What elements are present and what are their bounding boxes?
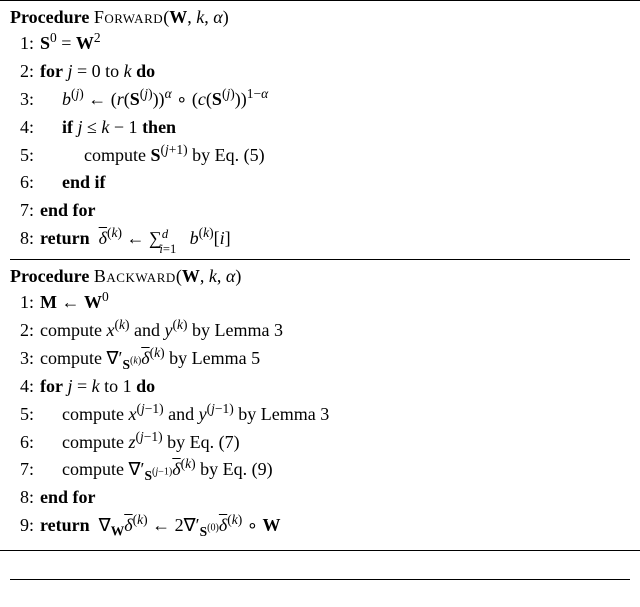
backward-header: Procedure Backward(W, k, α) (10, 266, 630, 287)
forward-line-2: 2: for j = 0 to k do (10, 58, 630, 86)
forward-args: (W, k, α) (163, 7, 228, 27)
backward-line-7: 7: compute ∇′S(j−1)δ(k) by Eq. (9) (10, 456, 630, 484)
forward-header: Procedure Forward(W, k, α) (10, 7, 630, 28)
backward-line-5: 5: compute x(j−1) and y(j−1) by Lemma 3 (10, 401, 630, 429)
backward-line-3: 3: compute ∇′S(k)δ(k) by Lemma 5 (10, 345, 630, 373)
backward-args: (W, k, α) (176, 266, 241, 286)
forward-line-4: 4: if j ≤ k − 1 then (10, 114, 630, 142)
forward-line-3: 3: b(j) ← (r(S(j)))α ∘ (c(S(j)))1−α (10, 86, 630, 114)
forward-line-7: 7: end for (10, 197, 630, 225)
forward-line-8: 8: return δ(k) ← ∑di=1 b(k)[i] (10, 225, 630, 253)
forward-line-1: 1: S0 = W2 (10, 30, 630, 58)
procedure-keyword: Procedure (10, 266, 89, 286)
procedure-keyword: Procedure (10, 7, 89, 27)
separator-rule (10, 259, 630, 260)
backward-line-1: 1: M ← W0 (10, 289, 630, 317)
backward-line-4: 4: for j = k to 1 do (10, 373, 630, 401)
algorithm-box: Procedure Forward(W, k, α) 1: S0 = W2 2:… (0, 0, 640, 551)
backward-line-9: 9: return ∇Wδ(k) ← 2∇′S(0)δ(k) ∘ W (10, 512, 630, 540)
backward-line-8: 8: end for (10, 484, 630, 512)
bottom-rule (10, 579, 630, 580)
forward-line-6: 6: end if (10, 169, 630, 197)
forward-line-5: 5: compute S(j+1) by Eq. (5) (10, 142, 630, 170)
backward-line-6: 6: compute z(j−1) by Eq. (7) (10, 429, 630, 457)
backward-name: Backward(W, k, α) (94, 266, 242, 286)
forward-name: Forward(W, k, α) (94, 7, 229, 27)
backward-line-2: 2: compute x(k) and y(k) by Lemma 3 (10, 317, 630, 345)
